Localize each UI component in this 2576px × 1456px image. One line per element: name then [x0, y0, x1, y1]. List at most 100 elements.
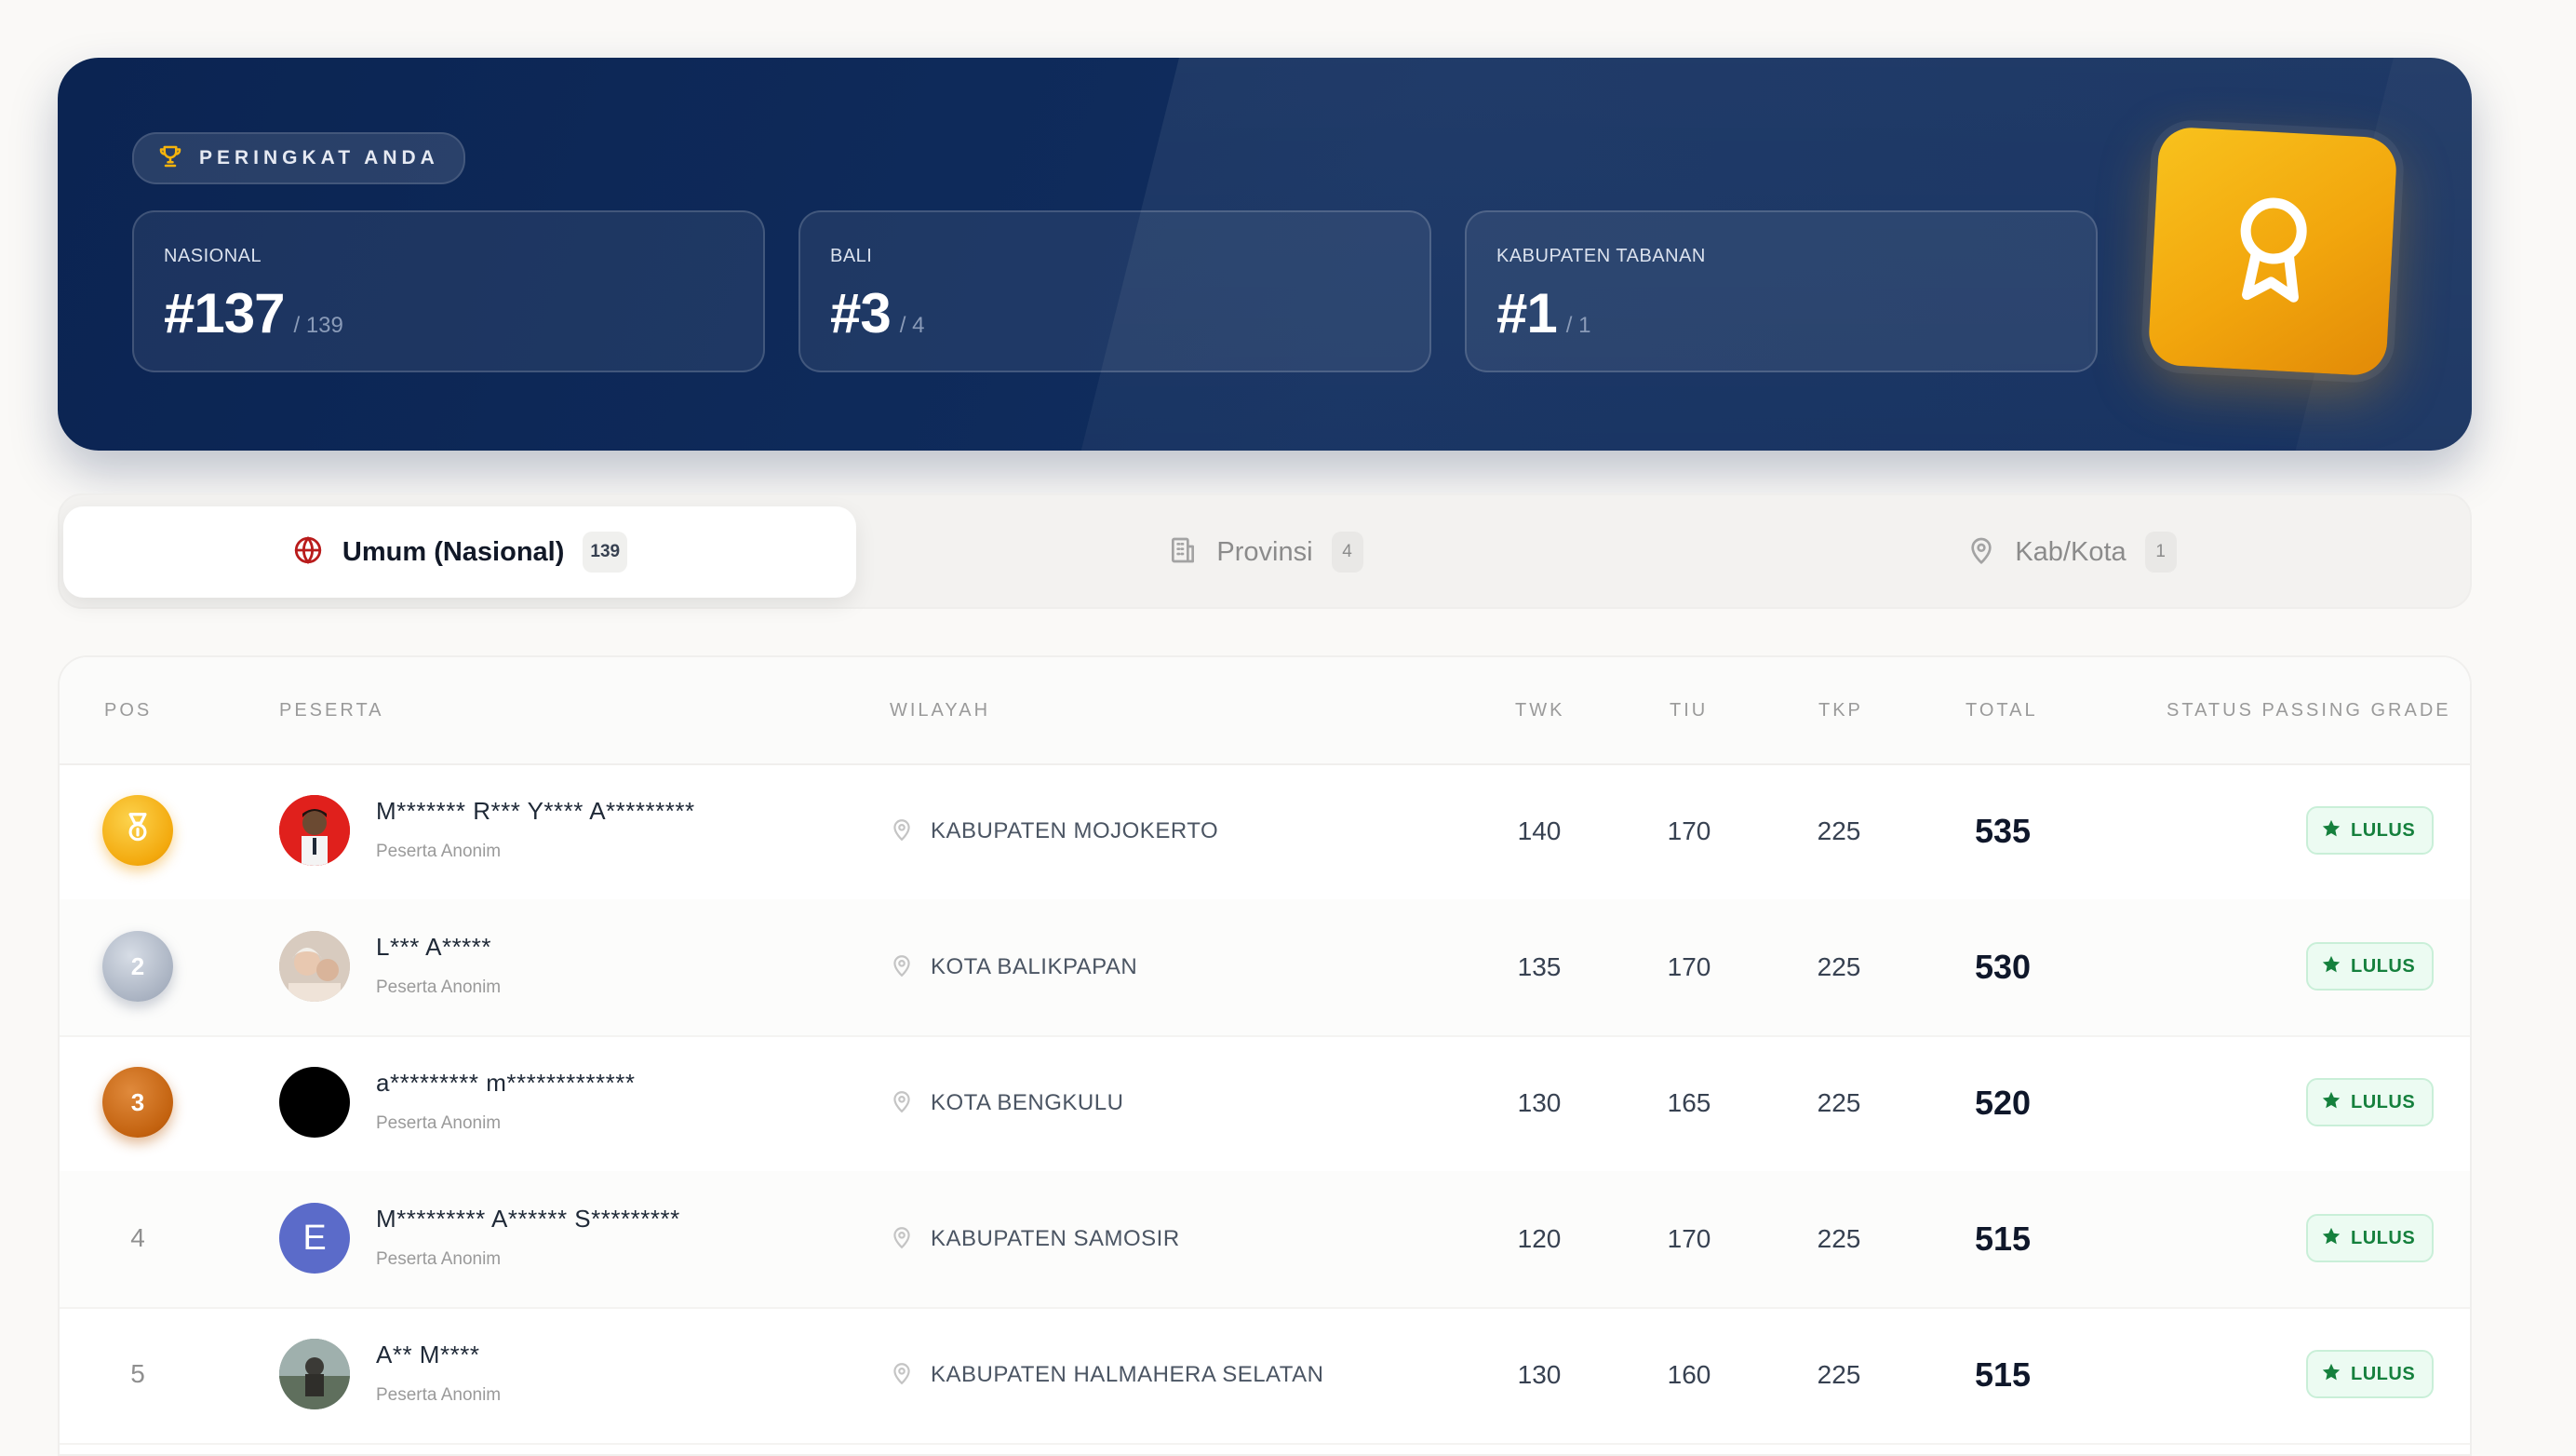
score-total: 515: [1974, 1355, 2032, 1394]
status-text: LULUS: [2351, 819, 2416, 841]
status-badge: LULUS: [2306, 1214, 2435, 1262]
region-cell: KOTA BALIKPAPAN: [890, 899, 1137, 1035]
score-total: 520: [1974, 1084, 2032, 1122]
status-badge: LULUS: [2306, 806, 2435, 855]
score-tkp: 225: [1817, 1088, 1861, 1117]
region-cell: KABUPATEN HALMAHERA SELATAN: [890, 1307, 1324, 1443]
avatar: [279, 795, 350, 866]
region-name: KABUPATEN MOJOKERTO: [931, 818, 1219, 843]
score-tkp: 225: [1817, 816, 1861, 845]
avatar: [279, 1339, 350, 1409]
avatar: [279, 931, 350, 1002]
rank-card-label: BALI: [830, 246, 873, 266]
star-icon: [2321, 1362, 2341, 1387]
region-cell: KOTA BENGKULU: [890, 1035, 1123, 1171]
map-pin-icon: [1966, 535, 1996, 570]
tab-label: Kab/Kota: [2015, 536, 2127, 567]
score-twk: 130: [1517, 1360, 1562, 1389]
rank-label: PERINGKAT ANDA: [199, 147, 439, 169]
map-pin-icon: [890, 1225, 914, 1254]
tab-label: Umum (Nasional): [342, 536, 565, 567]
rank-value: #137: [164, 282, 285, 344]
participant-name: M******* R*** Y**** A*********: [376, 797, 695, 825]
table-row[interactable]: 2 L*** A***** Peserta Anonim KOTA BALIKP…: [60, 899, 2470, 1037]
score-tiu: 160: [1667, 1360, 1711, 1389]
column-header-tiu: TIU: [1670, 700, 1709, 721]
status-badge: LULUS: [2306, 942, 2435, 991]
region-cell: KABUPATEN MOJOKERTO: [890, 763, 1218, 899]
score-tiu: 170: [1667, 952, 1711, 981]
avatar: [279, 1067, 350, 1138]
column-header-tkp: TKP: [1818, 700, 1863, 721]
medal-icon: [120, 810, 155, 852]
tab-count-badge: 139: [583, 532, 628, 573]
rank-total: / 4: [899, 313, 925, 338]
star-icon: [2321, 954, 2341, 979]
rank-card-label: KABUPATEN TABANAN: [1496, 246, 1706, 266]
region-cell: KABUPATEN SAMOSIR: [890, 1171, 1180, 1307]
bronze-position-badge: 3: [102, 1067, 173, 1138]
star-icon: [2321, 1090, 2341, 1115]
participant-subtitle: Peserta Anonim: [376, 1385, 502, 1405]
rank-card-regency: KABUPATEN TABANAN #1 / 1: [1465, 210, 2098, 372]
map-pin-icon: [890, 817, 914, 846]
tab-province[interactable]: Provinsi 4: [869, 506, 1662, 598]
score-tkp: 225: [1817, 1224, 1861, 1253]
column-header-total: TOTAL: [1966, 700, 2038, 721]
status-badge: LULUS: [2306, 1350, 2435, 1398]
participant-subtitle: Peserta Anonim: [376, 842, 502, 861]
score-tiu: 170: [1667, 816, 1711, 845]
table-row[interactable]: 3 a********* m************* Peserta Anon…: [60, 1035, 2470, 1173]
avatar: E: [279, 1203, 350, 1274]
score-tkp: 225: [1817, 952, 1861, 981]
rank-summary-banner: PERINGKAT ANDA NASIONAL #137 / 139 BALI …: [58, 58, 2472, 451]
star-icon: [2321, 818, 2341, 843]
score-twk: 130: [1517, 1088, 1562, 1117]
participant-name: A** M****: [376, 1341, 480, 1368]
score-twk: 140: [1517, 816, 1562, 845]
table-row[interactable]: 4 E M********* A****** S********* Pesert…: [60, 1171, 2470, 1309]
column-header-wilayah: WILAYAH: [890, 700, 991, 721]
table-row[interactable]: 5 A** M**** Peserta Anonim KABUPATEN HAL…: [60, 1307, 2470, 1445]
table-row[interactable]: M******* R*** Y**** A********* Peserta A…: [60, 763, 2470, 901]
score-total: 535: [1974, 812, 2032, 850]
rank-label-pill: PERINGKAT ANDA: [132, 132, 465, 184]
rank-value: #3: [830, 282, 892, 344]
tab-national[interactable]: Umum (Nasional) 139: [63, 506, 856, 598]
participant-subtitle: Peserta Anonim: [376, 1249, 502, 1269]
position-number: 4: [130, 1223, 145, 1252]
table-header: POS PESERTA WILAYAH TWK TIU TKP TOTAL ST…: [60, 657, 2470, 765]
star-icon: [2321, 1226, 2341, 1251]
map-pin-icon: [890, 1089, 914, 1118]
tab-label: Provinsi: [1216, 536, 1313, 567]
region-name: KOTA BALIKPAPAN: [931, 954, 1138, 979]
map-pin-icon: [890, 953, 914, 982]
rank-total: / 139: [293, 313, 343, 338]
rank-value: #1: [1496, 282, 1558, 344]
tab-count-badge: 1: [2144, 532, 2177, 573]
tab-regency[interactable]: Kab/Kota 1: [1675, 506, 2468, 598]
rank-total: / 1: [1565, 313, 1591, 338]
status-text: LULUS: [2351, 1363, 2416, 1384]
status-text: LULUS: [2351, 955, 2416, 977]
score-tiu: 165: [1667, 1088, 1711, 1117]
rank-card-national: NASIONAL #137 / 139: [132, 210, 765, 372]
award-tile: [2147, 126, 2398, 377]
participant-name: M********* A****** S*********: [376, 1205, 680, 1233]
participant-name: L*** A*****: [376, 933, 492, 961]
score-twk: 135: [1517, 952, 1562, 981]
participant-subtitle: Peserta Anonim: [376, 977, 502, 997]
gold-medal-badge: [102, 795, 173, 866]
score-total: 530: [1974, 948, 2032, 986]
participant-name: a********* m*************: [376, 1069, 636, 1097]
ranking-scope-tabs: Umum (Nasional) 139 Provinsi 4 Kab/Kota …: [58, 493, 2472, 609]
map-pin-icon: [890, 1361, 914, 1390]
status-text: LULUS: [2351, 1227, 2416, 1248]
trophy-icon: [156, 142, 184, 175]
tab-count-badge: 4: [1331, 532, 1363, 573]
building-icon: [1168, 535, 1198, 570]
award-ribbon-icon: [2214, 185, 2332, 317]
score-tkp: 225: [1817, 1360, 1861, 1389]
region-name: KOTA BENGKULU: [931, 1090, 1124, 1115]
score-twk: 120: [1517, 1224, 1562, 1253]
